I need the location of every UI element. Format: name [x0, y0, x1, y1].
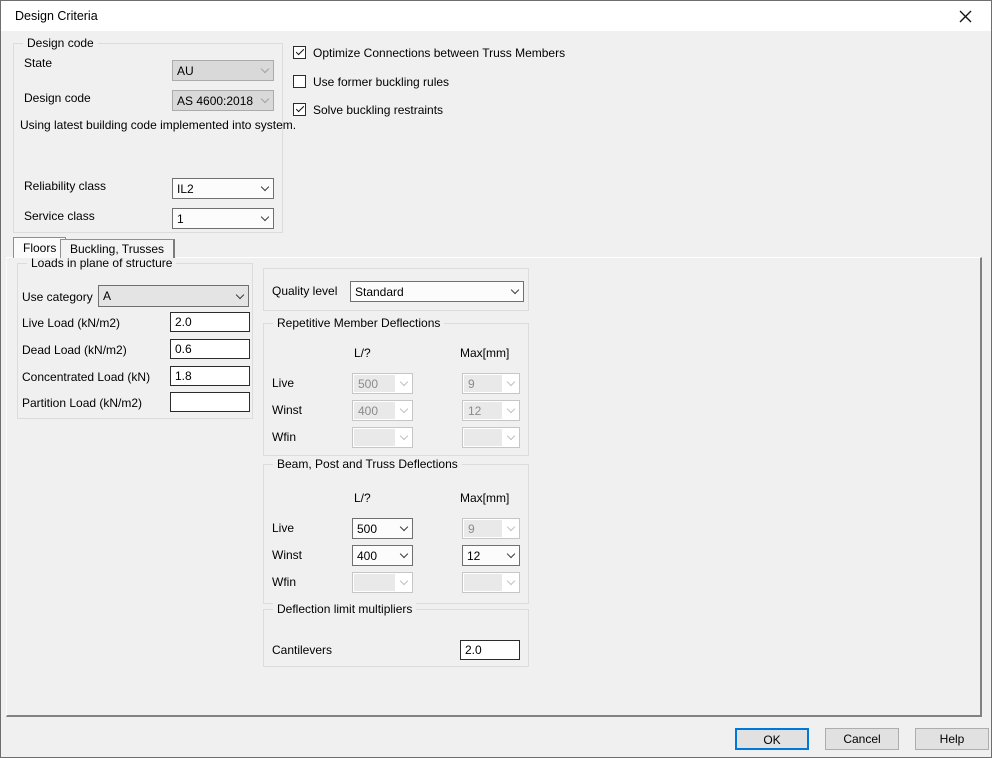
- ok-button[interactable]: OK: [735, 728, 809, 750]
- use-category-combobox[interactable]: A: [98, 285, 249, 307]
- rep-wfin-max-combobox: [462, 427, 520, 448]
- partition-load-label: Partition Load (kN/m2): [22, 396, 142, 410]
- max-column-header: Max[mm]: [460, 491, 509, 505]
- design-code-note: Using latest building code implemented i…: [20, 118, 296, 132]
- repetitive-deflections-title: Repetitive Member Deflections: [273, 316, 444, 330]
- former-buckling-label: Use former buckling rules: [313, 75, 449, 89]
- chevron-down-icon: [256, 217, 273, 220]
- concentrated-load-label: Concentrated Load (kN): [22, 370, 150, 384]
- checkbox-box: [293, 103, 306, 116]
- cancel-button[interactable]: Cancel: [825, 728, 899, 750]
- beam-wfin-l-combobox: [352, 572, 413, 593]
- rep-live-label: Live: [272, 376, 294, 390]
- cantilevers-label: Cantilevers: [272, 643, 332, 657]
- beam-wfin-label: Wfin: [272, 575, 296, 589]
- close-button[interactable]: [945, 1, 985, 31]
- rep-winst-max-combobox: 12: [462, 400, 520, 421]
- chevron-down-icon: [395, 581, 412, 584]
- loads-group: Loads in plane of structure Use category…: [17, 263, 253, 419]
- beam-deflections-title: Beam, Post and Truss Deflections: [273, 457, 462, 471]
- beam-deflections-group: Beam, Post and Truss Deflections L/? Max…: [263, 464, 529, 604]
- solve-buckling-label: Solve buckling restraints: [313, 103, 443, 117]
- tab-buckling-trusses[interactable]: Buckling, Trusses: [60, 239, 175, 258]
- loads-group-title: Loads in plane of structure: [27, 256, 176, 270]
- former-buckling-checkbox[interactable]: Use former buckling rules: [293, 74, 449, 89]
- chevron-down-icon: [395, 436, 412, 439]
- checkbox-box: [293, 46, 306, 59]
- optimize-connections-checkbox[interactable]: Optimize Connections between Truss Membe…: [293, 45, 565, 60]
- dead-load-label: Dead Load (kN/m2): [22, 343, 127, 357]
- state-combobox: AU: [172, 60, 274, 81]
- chevron-down-icon: [395, 554, 412, 557]
- max-column-header: Max[mm]: [460, 346, 509, 360]
- rep-live-l-combobox: 500: [352, 373, 413, 394]
- titlebar: Design Criteria: [1, 1, 991, 31]
- beam-wfin-max-combobox: [462, 572, 520, 593]
- chevron-down-icon: [395, 409, 412, 412]
- live-load-input[interactable]: [170, 312, 250, 332]
- rep-wfin-label: Wfin: [272, 430, 296, 444]
- service-class-combobox[interactable]: 1: [172, 208, 274, 229]
- use-category-label: Use category: [22, 290, 93, 304]
- chevron-down-icon: [502, 581, 519, 584]
- service-class-label: Service class: [24, 209, 95, 223]
- l-column-header: L/?: [354, 491, 371, 505]
- checkbox-box: [293, 75, 306, 88]
- rep-live-max-combobox: 9: [462, 373, 520, 394]
- chevron-down-icon: [502, 527, 519, 530]
- solve-buckling-checkbox[interactable]: Solve buckling restraints: [293, 102, 443, 117]
- chevron-down-icon: [256, 69, 273, 72]
- design-code-combobox: AS 4600:2018: [172, 90, 274, 111]
- chevron-down-icon: [395, 382, 412, 385]
- design-code-label: Design code: [24, 91, 91, 105]
- multipliers-group: Deflection limit multipliers Cantilevers: [263, 609, 529, 667]
- chevron-down-icon: [502, 436, 519, 439]
- optimize-connections-label: Optimize Connections between Truss Membe…: [313, 46, 565, 60]
- rep-wfin-l-combobox: [352, 427, 413, 448]
- chevron-down-icon: [506, 290, 523, 293]
- dead-load-input[interactable]: [170, 339, 250, 359]
- chevron-down-icon: [502, 409, 519, 412]
- help-button[interactable]: Help: [915, 728, 989, 750]
- quality-level-group: Quality level Standard: [263, 268, 529, 311]
- close-icon: [959, 10, 972, 23]
- chevron-down-icon: [502, 554, 519, 557]
- design-code-group-title: Design code: [23, 36, 98, 50]
- rep-winst-l-combobox: 400: [352, 400, 413, 421]
- reliability-class-combobox[interactable]: IL2: [172, 178, 274, 199]
- design-criteria-dialog: Design Criteria Design code State AU Des…: [0, 0, 992, 758]
- beam-winst-max-combobox[interactable]: 12: [462, 545, 520, 566]
- chevron-down-icon: [395, 527, 412, 530]
- beam-live-l-combobox[interactable]: 500: [352, 518, 413, 539]
- tab-floors[interactable]: Floors: [13, 237, 66, 258]
- chevron-down-icon: [502, 382, 519, 385]
- concentrated-load-input[interactable]: [170, 366, 250, 386]
- dialog-title: Design Criteria: [15, 1, 98, 31]
- beam-winst-label: Winst: [272, 548, 302, 562]
- beam-winst-l-combobox[interactable]: 400: [352, 545, 413, 566]
- beam-live-max-combobox: 9: [462, 518, 520, 539]
- partition-load-input[interactable]: [170, 392, 250, 412]
- state-label: State: [24, 56, 52, 70]
- reliability-class-label: Reliability class: [24, 179, 106, 193]
- rep-winst-label: Winst: [272, 403, 302, 417]
- live-load-label: Live Load (kN/m2): [22, 316, 120, 330]
- checkmark-icon: [295, 104, 303, 112]
- chevron-down-icon: [256, 187, 273, 190]
- chevron-down-icon: [256, 99, 273, 102]
- l-column-header: L/?: [354, 346, 371, 360]
- chevron-down-icon: [231, 295, 248, 298]
- beam-live-label: Live: [272, 521, 294, 535]
- multipliers-group-title: Deflection limit multipliers: [273, 602, 416, 616]
- repetitive-deflections-group: Repetitive Member Deflections L/? Max[mm…: [263, 323, 529, 456]
- design-code-group: Design code State AU Design code AS 4600…: [13, 43, 283, 233]
- quality-level-combobox[interactable]: Standard: [350, 281, 524, 302]
- checkmark-icon: [295, 47, 303, 55]
- quality-level-label: Quality level: [272, 284, 337, 298]
- cantilevers-input[interactable]: [460, 640, 520, 660]
